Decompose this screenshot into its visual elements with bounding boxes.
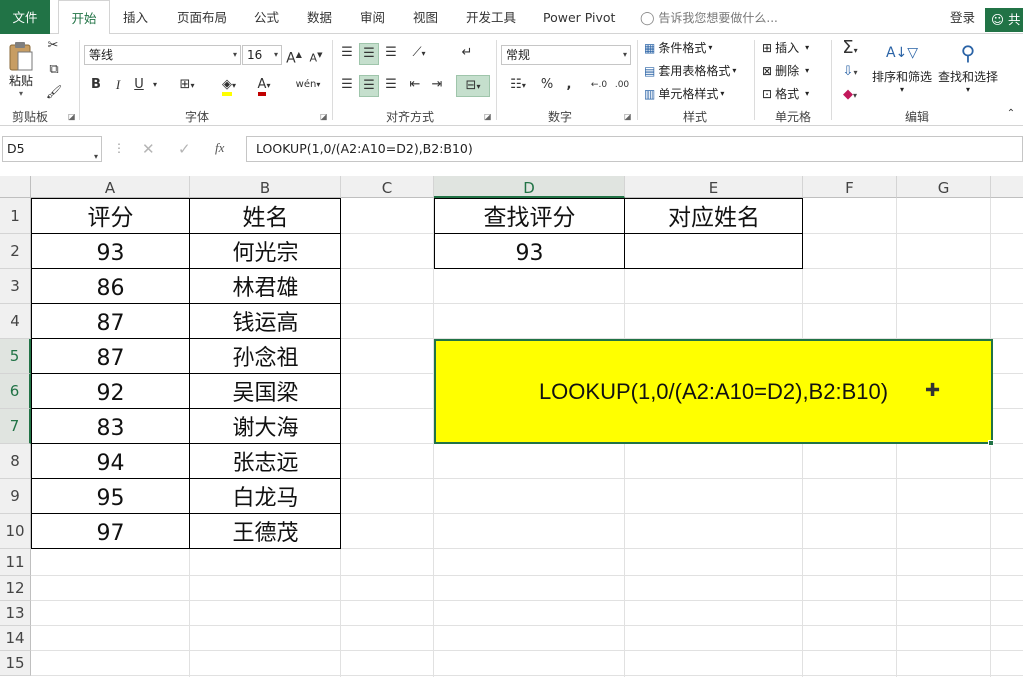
cell-cursor-icon: ✚ — [925, 380, 941, 401]
row-header-7[interactable]: 7 — [0, 409, 31, 444]
lookup-col-border — [624, 198, 625, 269]
column-header-b[interactable]: B — [190, 176, 341, 198]
column-header-a[interactable]: A — [31, 176, 190, 198]
fill-handle[interactable] — [988, 440, 994, 446]
row-header-14[interactable]: 14 — [0, 626, 31, 651]
table-col-border — [189, 198, 190, 549]
table-row-border — [31, 338, 341, 339]
gridline-horizontal — [31, 650, 1023, 651]
row-header-13[interactable]: 13 — [0, 601, 31, 626]
table-row-border — [31, 268, 341, 269]
row-header-15[interactable]: 15 — [0, 651, 31, 676]
column-header-h[interactable] — [991, 176, 1023, 198]
table-row-border — [31, 373, 341, 374]
merged-cell-formula-text: LOOKUP(1,0/(A2:A10=D2),B2:B10) — [538, 378, 889, 404]
gridline-horizontal — [31, 575, 1023, 576]
row-header-9[interactable]: 9 — [0, 479, 31, 514]
column-header-c[interactable]: C — [341, 176, 434, 198]
table-row-border — [31, 303, 341, 304]
worksheet-grid[interactable]: A B C D E F G 1 2 3 4 5 6 7 8 9 10 11 12 13 14 15 评分 姓名 93 何光宗 86 林… — [0, 0, 1023, 677]
excel-window: 文件 开始 插入 页面布局 公式 数据 审阅 视图 开发工具 Power Piv… — [0, 0, 1023, 677]
table-row-border — [31, 478, 341, 479]
row-header-10[interactable]: 10 — [0, 514, 31, 549]
gridline-horizontal — [31, 625, 1023, 626]
row-header-12[interactable]: 12 — [0, 576, 31, 601]
select-all-corner[interactable] — [0, 176, 31, 198]
row-header-3[interactable]: 3 — [0, 269, 31, 304]
row-header-11[interactable]: 11 — [0, 549, 31, 576]
row-header-5[interactable]: 5 — [0, 339, 31, 374]
lookup-row-border — [434, 233, 803, 234]
row-header-1[interactable]: 1 — [0, 198, 31, 234]
gridline-horizontal — [31, 600, 1023, 601]
gridline-horizontal — [31, 675, 1023, 676]
row-header-6[interactable]: 6 — [0, 374, 31, 409]
column-header-f[interactable]: F — [803, 176, 897, 198]
column-header-g[interactable]: G — [897, 176, 991, 198]
row-header-8[interactable]: 8 — [0, 444, 31, 479]
table-row-border — [31, 443, 341, 444]
column-header-e[interactable]: E — [625, 176, 803, 198]
table-row-border — [31, 513, 341, 514]
selected-merged-cell[interactable]: LOOKUP(1,0/(A2:A10=D2),B2:B10) — [434, 339, 993, 444]
row-header-2[interactable]: 2 — [0, 234, 31, 269]
row-header-4[interactable]: 4 — [0, 304, 31, 339]
table-row-border — [31, 233, 341, 234]
table-row-border — [31, 408, 341, 409]
column-header-d[interactable]: D — [434, 176, 625, 198]
